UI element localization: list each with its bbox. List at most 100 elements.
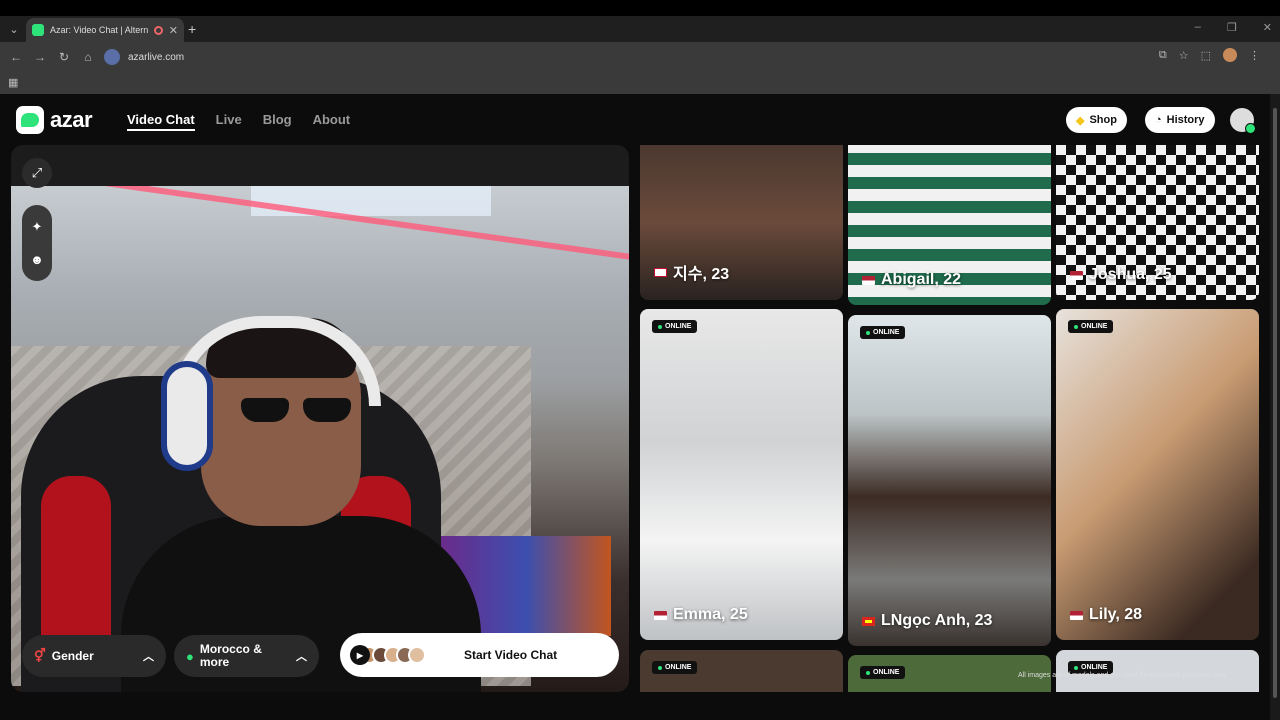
window-controls: – ❐ ✕ bbox=[1195, 21, 1272, 34]
chevron-up-icon: ︿ bbox=[143, 651, 154, 663]
browser-tab[interactable]: Azar: Video Chat | Alternati ✕ bbox=[26, 18, 184, 42]
azar-page: azar Video Chat Live Blog About ◆ Shop ◔… bbox=[0, 94, 1280, 720]
korea-flag-icon bbox=[654, 267, 667, 277]
profile-name: LNgọc Anh, 23 bbox=[862, 612, 992, 630]
video-panel: ⤢ ✦ ☻ ⚥ Gender ︿ ● Morocco & more ︿ ▶ St… bbox=[11, 145, 629, 692]
address-bar[interactable]: azarlive.com bbox=[104, 47, 1194, 67]
minimize-icon[interactable]: – bbox=[1195, 21, 1201, 34]
profile-card[interactable]: Abigail, 22 bbox=[848, 145, 1051, 305]
tab-title: Azar: Video Chat | Alternati bbox=[50, 25, 148, 35]
headphone-earcup bbox=[161, 361, 213, 471]
extensions-icon[interactable]: ⬚ bbox=[1201, 49, 1211, 62]
history-label: History bbox=[1166, 114, 1205, 126]
recording-icon bbox=[153, 25, 163, 35]
name-text: Joshua, 25 bbox=[1089, 266, 1172, 283]
profile-card[interactable]: Joshua, 25 bbox=[1056, 145, 1259, 300]
name-text: LNgọc Anh, 23 bbox=[881, 612, 993, 629]
start-video-chat-button[interactable]: ▶ Start Video Chat bbox=[340, 633, 619, 677]
bookmarks-bar: ▦ bbox=[0, 72, 1280, 94]
user-avatar[interactable] bbox=[1230, 108, 1256, 134]
shop-label: Shop bbox=[1089, 114, 1117, 126]
new-tab-icon[interactable]: + bbox=[188, 21, 196, 37]
nav-about[interactable]: About bbox=[313, 112, 351, 131]
scrollbar-thumb[interactable] bbox=[1273, 108, 1277, 698]
avatar-thumb bbox=[408, 646, 426, 664]
azar-favicon-icon bbox=[32, 24, 44, 36]
profile-avatar-icon[interactable] bbox=[1223, 48, 1237, 62]
close-tab-icon[interactable]: ✕ bbox=[169, 24, 178, 37]
page-scrollbar[interactable] bbox=[1270, 94, 1280, 720]
online-badge: ONLINE bbox=[860, 326, 906, 339]
profile-card[interactable]: 지수, 23 bbox=[640, 145, 843, 300]
chevron-up-icon: ︿ bbox=[296, 651, 307, 663]
profile-name: 지수, 23 bbox=[654, 260, 729, 284]
us-flag-icon bbox=[1070, 270, 1083, 280]
azar-logo-icon bbox=[16, 106, 44, 134]
profile-name: Emma, 25 bbox=[654, 606, 748, 624]
gender-icon: ⚥ bbox=[34, 648, 46, 663]
close-window-icon[interactable]: ✕ bbox=[1263, 21, 1272, 34]
region-label: Morocco & more bbox=[199, 642, 262, 669]
online-badge: ONLINE bbox=[860, 666, 906, 679]
name-text: Lily, 28 bbox=[1089, 606, 1143, 623]
back-icon[interactable]: ← bbox=[4, 50, 28, 64]
sparkle-effects-icon[interactable]: ✦ bbox=[32, 219, 43, 235]
reload-icon[interactable]: ↻ bbox=[52, 50, 76, 64]
site-info-icon[interactable] bbox=[104, 49, 120, 65]
nav-live[interactable]: Live bbox=[216, 112, 242, 131]
profile-card[interactable]: ONLINE Lily, 28 bbox=[1056, 309, 1259, 640]
logo-text: azar bbox=[50, 107, 93, 132]
gender-label: Gender bbox=[51, 649, 94, 663]
shop-button[interactable]: ◆ Shop bbox=[1066, 107, 1127, 133]
globe-icon: ● bbox=[186, 648, 194, 664]
history-button[interactable]: ◔ History bbox=[1145, 107, 1215, 133]
sunglasses bbox=[241, 398, 351, 424]
expand-icon[interactable]: ⤢ bbox=[22, 158, 52, 188]
browser-menu-icon[interactable]: ⋮ bbox=[1249, 49, 1260, 62]
profile-card[interactable]: ONLINE bbox=[640, 650, 843, 692]
bookmark-star-icon[interactable]: ☆ bbox=[1179, 49, 1189, 62]
name-text: Emma, 25 bbox=[673, 606, 748, 623]
online-badge: ONLINE bbox=[652, 320, 698, 333]
start-label: Start Video Chat bbox=[464, 648, 558, 662]
install-app-icon[interactable]: ⧉ bbox=[1159, 49, 1167, 62]
profile-card[interactable]: ONLINE LNgọc Anh, 23 bbox=[848, 315, 1051, 646]
profile-gallery: 지수, 23 Abigail, 22 Joshua, 25 ONLINE Emm… bbox=[640, 145, 1260, 692]
name-text: Abigail, 22 bbox=[881, 271, 962, 288]
browser-toolbar: ← → ↻ ⌂ azarlive.com ⧉ ☆ ⬚ ⋮ bbox=[0, 42, 1280, 72]
tab-search-icon[interactable]: ⌄ bbox=[6, 22, 22, 38]
nav-blog[interactable]: Blog bbox=[263, 112, 292, 131]
chat-controls: ⚥ Gender ︿ ● Morocco & more ︿ ▶ Start Vi… bbox=[22, 633, 619, 679]
avatar-stack: ▶ bbox=[350, 645, 426, 665]
online-badge: ONLINE bbox=[1068, 320, 1114, 333]
azar-logo[interactable]: azar bbox=[16, 106, 93, 134]
name-text: 지수, 23 bbox=[673, 266, 730, 283]
url-text: azarlive.com bbox=[128, 51, 185, 63]
profile-name: Lily, 28 bbox=[1070, 606, 1142, 624]
profile-card[interactable]: ONLINE bbox=[1056, 650, 1259, 692]
profile-name: Joshua, 25 bbox=[1070, 266, 1172, 284]
clock-icon: ◔ bbox=[1155, 114, 1162, 126]
camera-preview bbox=[11, 186, 629, 692]
profile-card[interactable]: ONLINE Emma, 25 bbox=[640, 309, 843, 640]
profile-name: Abigail, 22 bbox=[862, 271, 961, 289]
nav-video-chat[interactable]: Video Chat bbox=[127, 112, 195, 131]
home-icon[interactable]: ⌂ bbox=[76, 50, 100, 64]
effects-toolbar: ✦ ☻ bbox=[22, 205, 52, 281]
region-filter-button[interactable]: ● Morocco & more ︿ bbox=[174, 635, 319, 677]
us-flag-icon bbox=[654, 610, 667, 620]
restore-icon[interactable]: ❐ bbox=[1227, 21, 1237, 34]
face-filter-icon[interactable]: ☻ bbox=[30, 252, 44, 267]
us-flag-icon bbox=[862, 275, 875, 285]
browser-tab-bar: ⌄ Azar: Video Chat | Alternati ✕ + – ❐ ✕ bbox=[0, 0, 1280, 42]
camera-icon: ▶ bbox=[350, 645, 370, 665]
gender-filter-button[interactable]: ⚥ Gender ︿ bbox=[22, 635, 166, 677]
vietnam-flag-icon bbox=[862, 616, 875, 626]
online-badge: ONLINE bbox=[652, 661, 698, 674]
model-disclaimer: All images are of models and are used fo… bbox=[1018, 672, 1228, 679]
main-nav: Video Chat Live Blog About bbox=[127, 112, 350, 131]
us-flag-icon bbox=[1070, 610, 1083, 620]
apps-grid-icon[interactable]: ▦ bbox=[8, 76, 18, 89]
gem-icon: ◆ bbox=[1076, 114, 1085, 127]
forward-icon[interactable]: → bbox=[28, 50, 52, 64]
